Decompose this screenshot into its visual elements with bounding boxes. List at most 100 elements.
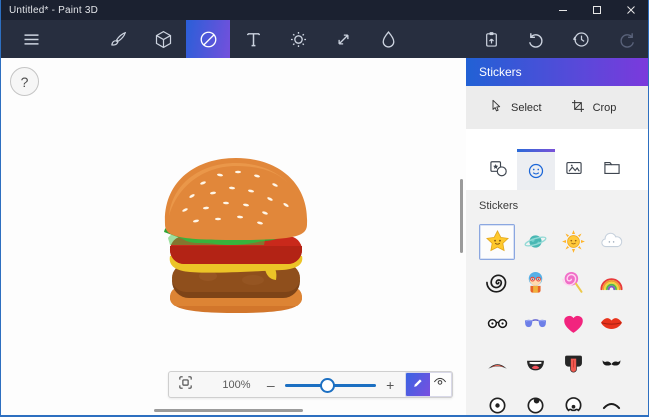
close-button[interactable] <box>614 0 648 20</box>
round-glasses-sticker-icon <box>484 310 511 337</box>
minimize-button[interactable] <box>546 0 580 20</box>
canvas-icon <box>333 29 354 50</box>
lollipop-sticker-icon <box>560 269 587 296</box>
sticker-planet[interactable] <box>517 224 553 260</box>
canvas-tool-button[interactable] <box>321 20 365 58</box>
maximize-icon <box>592 5 602 15</box>
tab-emoji-stickers[interactable] <box>517 149 555 195</box>
redo-icon <box>616 29 637 50</box>
paste-tool-button[interactable] <box>469 20 513 58</box>
toolbar-tools <box>96 20 410 58</box>
sticker-mustache[interactable] <box>593 347 629 383</box>
horizontal-scrollbar[interactable] <box>154 409 303 412</box>
zoom-slider-thumb[interactable] <box>319 377 335 393</box>
text-tool-button[interactable] <box>231 20 275 58</box>
stickers-icon <box>198 29 219 50</box>
sticker-cloud[interactable] <box>593 224 629 260</box>
planet-sticker-icon <box>522 228 549 255</box>
cloud-sticker-icon <box>598 228 625 255</box>
stickers-panel: Stickers Select Crop Stickers <box>466 58 648 415</box>
mustache-sticker-icon <box>598 351 625 378</box>
sticker-tabs <box>479 149 631 195</box>
maximize-button[interactable] <box>580 0 614 20</box>
history-tool-button[interactable] <box>559 20 603 58</box>
crop-icon <box>570 98 586 117</box>
pencil-icon <box>411 375 426 395</box>
view-3d-button[interactable] <box>429 373 451 396</box>
sticker-lollipop[interactable] <box>555 265 591 301</box>
select-cursor-icon <box>488 98 504 117</box>
sticker-eye-center-pupil[interactable] <box>479 388 515 416</box>
sticker-lips[interactable] <box>593 306 629 342</box>
sticker-frown-mouth[interactable] <box>479 347 515 383</box>
crop-button[interactable]: Crop <box>570 98 617 117</box>
sticker-sunglasses[interactable] <box>517 306 553 342</box>
brush-tool-button[interactable] <box>96 20 140 58</box>
3d-library-icon <box>378 29 399 50</box>
sticker-eye-closed[interactable] <box>593 388 629 416</box>
undo-icon <box>526 29 547 50</box>
minimize-icon <box>558 5 568 15</box>
vertical-scrollbar[interactable] <box>460 179 463 253</box>
lips-sticker-icon <box>598 310 625 337</box>
sticker-rainbow[interactable] <box>593 265 629 301</box>
drawing-canvas[interactable]: ? 100% – + <box>1 58 466 415</box>
menu-button[interactable] <box>9 20 53 58</box>
sticker-eye-droopy[interactable] <box>555 388 591 416</box>
3d-library-tool-button[interactable] <box>366 20 410 58</box>
stickers-tool-button[interactable] <box>186 20 230 58</box>
sticker-star[interactable] <box>479 223 515 260</box>
tab-texture-stickers[interactable] <box>555 149 593 190</box>
sticker-eye-top-pupil[interactable] <box>517 388 553 416</box>
menu-icon <box>21 29 42 50</box>
tongue-out-mouth-sticker-icon <box>560 351 587 378</box>
texture-stickers-icon <box>564 158 584 181</box>
panel-actions: Select Crop <box>466 86 648 129</box>
sticker-sun[interactable] <box>555 224 591 260</box>
paint3d-window: Untitled* - Paint 3D ? 100% – + Stickers… <box>0 0 649 417</box>
tab-custom-stickers[interactable] <box>593 149 631 190</box>
view-mode-toggle <box>405 372 452 397</box>
sunglasses-sticker-icon <box>522 310 549 337</box>
zoom-out-button[interactable]: – <box>265 377 277 393</box>
sticker-spiral[interactable] <box>479 265 515 301</box>
zoom-level-value: 100% <box>222 378 251 391</box>
hamburger-3d-model[interactable] <box>158 152 314 323</box>
panel-title: Stickers <box>466 58 648 86</box>
sticker-open-smile-mouth[interactable] <box>517 347 553 383</box>
spiral-sticker-icon <box>484 269 511 296</box>
effects-tool-button[interactable] <box>276 20 320 58</box>
sticker-heart[interactable] <box>555 306 591 342</box>
3d-shapes-icon <box>153 29 174 50</box>
eye-closed-sticker-icon <box>598 392 625 415</box>
menu-button-slot <box>9 20 51 58</box>
zoom-in-button[interactable]: + <box>384 377 396 393</box>
history-icon <box>571 29 592 50</box>
open-smile-mouth-sticker-icon <box>522 351 549 378</box>
zoom-slider[interactable] <box>284 373 376 397</box>
sticker-tongue-out-mouth[interactable] <box>555 347 591 383</box>
undo-tool-button[interactable] <box>514 20 558 58</box>
window-title: Untitled* - Paint 3D <box>9 4 99 16</box>
shape-stickers-icon <box>488 158 508 181</box>
eye-droopy-sticker-icon <box>560 392 587 415</box>
window-controls <box>546 0 648 20</box>
tab-shape-stickers[interactable] <box>479 149 517 190</box>
goggle-kid-sticker-icon <box>522 269 549 296</box>
crop-label: Crop <box>592 101 617 114</box>
sticker-goggle-kid[interactable] <box>517 265 553 301</box>
fit-to-window-button[interactable] <box>175 373 196 397</box>
eye-center-pupil-sticker-icon <box>484 392 511 415</box>
select-button[interactable]: Select <box>488 98 542 117</box>
titlebar: Untitled* - Paint 3D <box>1 0 648 20</box>
sticker-round-glasses[interactable] <box>479 306 515 342</box>
brush-icon <box>108 29 129 50</box>
help-button[interactable]: ? <box>10 67 39 96</box>
redo-tool-button[interactable] <box>604 20 648 58</box>
close-icon <box>626 5 636 15</box>
emoji-stickers-icon <box>526 161 546 184</box>
3d-shapes-tool-button[interactable] <box>141 20 185 58</box>
custom-stickers-icon <box>602 158 622 181</box>
pen-mode-button[interactable] <box>406 373 430 396</box>
stickers-section-label: Stickers <box>479 200 519 212</box>
